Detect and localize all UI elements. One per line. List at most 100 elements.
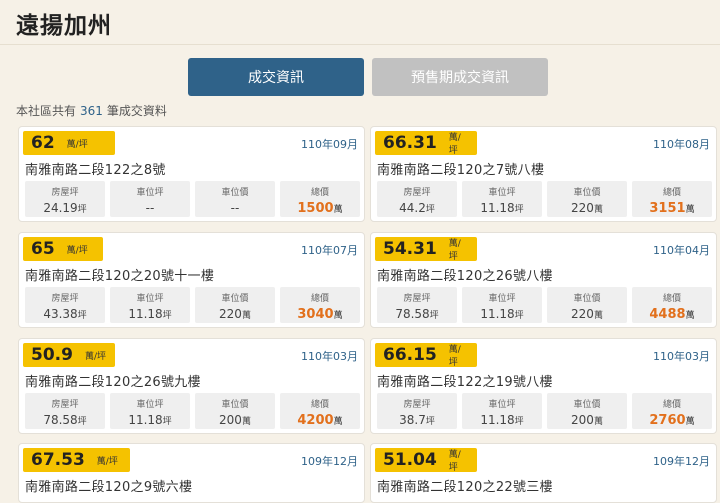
stat-unit: 坪 — [425, 417, 435, 427]
stat-unit: 萬 — [593, 205, 603, 215]
transaction-date: 110年03月 — [653, 350, 710, 363]
stat-value: 4200 — [297, 413, 334, 428]
stat-unit: 坪 — [77, 417, 87, 427]
stat-parking-area: 車位坪 11.18坪 — [110, 287, 190, 323]
stat-unit: 萬 — [593, 417, 603, 427]
stats-row: 房屋坪 78.58坪 車位坪 11.18坪 車位價 220萬 總價 4488萬 — [377, 287, 712, 323]
stat-total-price: 總價 4200萬 — [280, 393, 360, 429]
stat-house-area: 房屋坪 43.38坪 — [25, 287, 105, 323]
address: 南雅南路二段120之20號十一樓 — [25, 269, 215, 284]
stat-unit: 萬 — [685, 311, 695, 321]
price-unit: 萬/坪 — [66, 139, 88, 150]
unit-price-badge: 66.15 萬/坪 — [375, 343, 477, 368]
price-unit: 萬/坪 — [448, 450, 461, 473]
stat-value: 200 — [571, 413, 594, 427]
stat-unit: 萬 — [685, 205, 695, 215]
stat-label: 車位價 — [221, 188, 249, 198]
stat-value: 1500 — [297, 201, 334, 216]
page-header: 遠揚加州 — [0, 0, 720, 45]
stat-value: -- — [230, 201, 240, 215]
unit-price-badge: 50.9 萬/坪 — [23, 343, 115, 367]
stat-label: 車位價 — [221, 400, 249, 410]
stat-house-area: 房屋坪 38.7坪 — [377, 393, 457, 429]
price-unit: 萬/坪 — [66, 245, 88, 256]
summary-prefix: 本社區共有 — [16, 104, 77, 118]
stat-label: 車位坪 — [488, 188, 516, 198]
unit-price: 66.31 — [383, 133, 437, 153]
stat-label: 房屋坪 — [51, 400, 79, 410]
listing-card[interactable]: 66.15 萬/坪 110年03月 南雅南路二段122之19號八樓 房屋坪 38.… — [370, 338, 717, 434]
stat-unit: 萬 — [241, 417, 251, 427]
summary-suffix: 筆成交資料 — [106, 104, 167, 118]
unit-price-badge: 65 萬/坪 — [23, 237, 103, 261]
stat-parking-price: 車位價 200萬 — [547, 393, 627, 429]
stat-label: 總價 — [662, 400, 681, 410]
stat-label: 總價 — [310, 188, 329, 198]
stat-value: 78.58 — [395, 307, 430, 321]
record-summary: 本社區共有 361 筆成交資料 — [16, 102, 167, 119]
listing-card[interactable]: 66.31 萬/坪 110年08月 南雅南路二段120之7號八樓 房屋坪 44.2… — [370, 126, 717, 222]
stat-label: 車位坪 — [136, 400, 164, 410]
stat-unit: 坪 — [162, 417, 172, 427]
stat-value: 220 — [571, 307, 594, 321]
stat-total-price: 總價 2760萬 — [632, 393, 712, 429]
unit-price-badge: 66.31 萬/坪 — [375, 131, 477, 156]
stat-parking-area: 車位坪 11.18坪 — [462, 393, 542, 429]
stat-label: 車位坪 — [136, 294, 164, 304]
stat-value: -- — [145, 201, 155, 215]
address: 南雅南路二段120之22號三樓 — [377, 480, 553, 495]
price-unit: 萬/坪 — [448, 239, 461, 262]
stat-unit: 萬 — [593, 311, 603, 321]
tab-bar: 成交資訊 預售期成交資訊 — [0, 58, 720, 96]
stat-value: 3040 — [297, 307, 334, 322]
unit-price-badge: 62 萬/坪 — [23, 131, 115, 155]
stat-unit: 坪 — [425, 205, 435, 215]
unit-price: 51.04 — [383, 450, 437, 470]
address: 南雅南路二段120之26號八樓 — [377, 269, 553, 284]
stat-house-area: 房屋坪 78.58坪 — [25, 393, 105, 429]
listing-card[interactable]: 67.53 萬/坪 109年12月 南雅南路二段120之9號六樓 — [18, 443, 365, 503]
address: 南雅南路二段120之7號八樓 — [377, 163, 545, 178]
stat-label: 車位價 — [573, 188, 601, 198]
transaction-date: 110年07月 — [301, 244, 358, 257]
stat-parking-price: 車位價 200萬 — [195, 393, 275, 429]
stat-unit: 坪 — [77, 205, 87, 215]
stat-label: 車位價 — [573, 400, 601, 410]
stats-row: 房屋坪 44.2坪 車位坪 11.18坪 車位價 220萬 總價 3151萬 — [377, 181, 712, 217]
stat-label: 車位坪 — [136, 188, 164, 198]
stat-label: 房屋坪 — [403, 188, 431, 198]
stats-row: 房屋坪 78.58坪 車位坪 11.18坪 車位價 200萬 總價 4200萬 — [25, 393, 360, 429]
stat-value: 11.18 — [480, 201, 515, 215]
unit-price: 50.9 — [31, 345, 73, 365]
listing-card[interactable]: 54.31 萬/坪 110年04月 南雅南路二段120之26號八樓 房屋坪 78.… — [370, 232, 717, 328]
tab-transactions[interactable]: 成交資訊 — [188, 58, 364, 96]
unit-price-badge: 54.31 萬/坪 — [375, 237, 477, 262]
price-unit: 萬/坪 — [96, 456, 118, 467]
stat-label: 車位坪 — [488, 400, 516, 410]
stat-unit: 坪 — [77, 311, 87, 321]
stat-label: 總價 — [310, 400, 329, 410]
address: 南雅南路二段122之8號 — [25, 163, 166, 178]
stat-unit: 坪 — [429, 311, 439, 321]
stat-value: 4488 — [649, 307, 686, 322]
stat-unit: 萬 — [333, 417, 343, 427]
stat-value: 200 — [219, 413, 242, 427]
address: 南雅南路二段120之26號九樓 — [25, 375, 201, 390]
listing-card[interactable]: 50.9 萬/坪 110年03月 南雅南路二段120之26號九樓 房屋坪 78.5… — [18, 338, 365, 434]
listing-card[interactable]: 62 萬/坪 110年09月 南雅南路二段122之8號 房屋坪 24.19坪 車位… — [18, 126, 365, 222]
listing-card[interactable]: 51.04 萬/坪 109年12月 南雅南路二段120之22號三樓 — [370, 443, 717, 503]
stat-label: 車位價 — [221, 294, 249, 304]
stat-unit: 坪 — [514, 311, 524, 321]
stat-value: 2760 — [649, 413, 686, 428]
stat-total-price: 總價 3040萬 — [280, 287, 360, 323]
address: 南雅南路二段122之19號八樓 — [377, 375, 553, 390]
stat-unit: 萬 — [333, 311, 343, 321]
stat-unit: 萬 — [333, 205, 343, 215]
tab-presale-transactions[interactable]: 預售期成交資訊 — [372, 58, 548, 96]
stat-label: 車位價 — [573, 294, 601, 304]
page-title: 遠揚加州 — [16, 13, 112, 39]
stats-row: 房屋坪 38.7坪 車位坪 11.18坪 車位價 200萬 總價 2760 萬 — [377, 393, 712, 429]
listing-card[interactable]: 65 萬/坪 110年07月 南雅南路二段120之20號十一樓 房屋坪 43.38… — [18, 232, 365, 328]
stat-value: 220 — [219, 307, 242, 321]
address: 南雅南路二段120之9號六樓 — [25, 480, 193, 495]
